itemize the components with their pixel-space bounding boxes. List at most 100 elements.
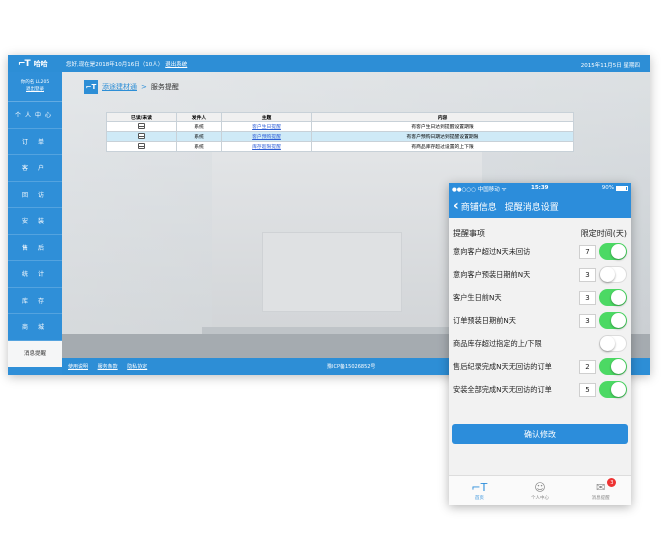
read-cell bbox=[106, 141, 177, 152]
message-table: 已读/未读 发件人 主题 内容 系统 客户生日提醒 有客户生日达到提醒设置期限 … bbox=[106, 112, 574, 152]
tab-home[interactable]: ⌐T 首页 bbox=[449, 476, 510, 505]
date-time: 2015年11月5日 星期四 bbox=[580, 63, 640, 69]
nav-bar: ‹ 商铺信息 提醒消息设置 bbox=[449, 194, 631, 218]
table-row[interactable]: 系统 库存超限提醒 有商品库存超过设置的上下限 bbox=[106, 141, 574, 152]
toggle-knob bbox=[611, 290, 626, 305]
footer-links: 使用说明 服务条款 隐私协定 bbox=[68, 363, 155, 370]
table-row[interactable]: 系统 客户生日提醒 有客户生日达到提醒设置期限 bbox=[106, 121, 574, 132]
toggle-knob bbox=[600, 336, 615, 351]
message-icon: ✉ bbox=[596, 481, 606, 494]
setting-row: 售后纪录完成N天无回访的订单 2 bbox=[453, 355, 627, 378]
footer-link-privacy[interactable]: 隐私协定 bbox=[127, 364, 147, 370]
confirm-button[interactable]: 确认修改 bbox=[452, 424, 628, 444]
envelope-icon bbox=[138, 122, 145, 129]
read-cell bbox=[106, 131, 177, 142]
header-item: 提醒事项 bbox=[453, 229, 485, 238]
logout-link[interactable]: 退出系统 bbox=[165, 60, 187, 68]
sidebar-item-orders[interactable]: 订 单 bbox=[8, 129, 62, 155]
days-input[interactable] bbox=[579, 337, 596, 351]
breadcrumb-separator: > bbox=[141, 83, 147, 91]
col-sender: 发件人 bbox=[176, 112, 222, 122]
setting-row: 意向客户超过N天未回访 7 bbox=[453, 240, 627, 263]
user-name: 你的名 LL205 bbox=[20, 80, 50, 85]
settings-header: 提醒事项 限定时间(天) bbox=[453, 228, 627, 240]
content-cell: 有客户生日达到提醒设置期限 bbox=[311, 121, 574, 132]
home-logo-icon: ⌐T bbox=[471, 481, 488, 494]
status-time: 15:39 bbox=[531, 185, 549, 191]
breadcrumb: ⌐T 添途建材通 > 服务提醒 bbox=[84, 80, 179, 94]
carrier-text: ●●○○○ 中国移动 ᯤ bbox=[452, 187, 507, 193]
days-input[interactable]: 7 bbox=[579, 244, 596, 259]
days-input[interactable]: 3 bbox=[579, 290, 596, 305]
welcome-text: 您好,现在是2018年10月16日（10人） bbox=[66, 61, 164, 68]
setting-row: 安装全部完成N天无回访的订单 5 bbox=[453, 378, 627, 401]
reminder-toggle[interactable] bbox=[599, 289, 627, 306]
topic-link[interactable]: 客户预购提醒 bbox=[221, 131, 312, 142]
toggle-knob bbox=[611, 244, 626, 259]
user-logout-link[interactable]: 退出登录 bbox=[8, 86, 62, 93]
sender-cell: 系统 bbox=[176, 131, 222, 142]
setting-label: 安装全部完成N天无回访的订单 bbox=[453, 384, 552, 394]
status-bar: ●●○○○ 中国移动 ᯤ 15:39 90% bbox=[449, 183, 631, 194]
settings-rows: 意向客户超过N天未回访 7 意向客户预装日期前N天 3 客户生日前N天 3 订单预装日期前N… bbox=[453, 240, 627, 401]
col-topic: 主题 bbox=[221, 112, 312, 122]
col-content: 内容 bbox=[311, 112, 574, 122]
topic-link[interactable]: 库存超限提醒 bbox=[221, 141, 312, 152]
footer-link-terms[interactable]: 服务条款 bbox=[98, 364, 118, 370]
stage: ⌐T 哈哈 您好,现在是2018年10月16日（10人） 退出系统 2015年1… bbox=[0, 0, 661, 544]
sender-cell: 系统 bbox=[176, 121, 222, 132]
tab-label: 消息提醒 bbox=[591, 496, 610, 501]
sidebar-item-profile[interactable]: 个人中心 bbox=[8, 102, 62, 129]
tab-bar: ⌐T 首页 ☺ 个人中心 ✉ 3 消息提醒 bbox=[449, 475, 631, 505]
tab-profile[interactable]: ☺ 个人中心 bbox=[510, 476, 571, 505]
sender-cell: 系统 bbox=[176, 141, 222, 152]
sidebar-item-install[interactable]: 安 装 bbox=[8, 208, 62, 235]
phone-screen: ●●○○○ 中国移动 ᯤ 15:39 90% ‹ 商铺信息 提醒消息设置 提醒事… bbox=[449, 183, 631, 505]
toggle-knob bbox=[600, 267, 615, 282]
col-read: 已读/未读 bbox=[106, 112, 177, 122]
sidebar-item-stats[interactable]: 统 计 bbox=[8, 261, 62, 288]
sidebar-item-followup[interactable]: 回 访 bbox=[8, 182, 62, 208]
days-input[interactable]: 2 bbox=[579, 359, 596, 374]
setting-row: 意向客户预装日期前N天 3 bbox=[453, 263, 627, 286]
battery-percent: 90% bbox=[601, 185, 614, 191]
footer-link-guide[interactable]: 使用说明 bbox=[68, 364, 88, 370]
sidebar-item-mall[interactable]: 商 城 bbox=[8, 314, 62, 341]
reminder-toggle[interactable] bbox=[599, 266, 627, 283]
back-button[interactable]: ‹ 商铺信息 bbox=[449, 199, 497, 213]
reminder-toggle[interactable] bbox=[599, 381, 627, 398]
days-input[interactable]: 5 bbox=[579, 382, 596, 397]
sidebar-item-customers[interactable]: 客 户 bbox=[8, 155, 62, 182]
logo-mark-icon: ⌐T bbox=[18, 58, 31, 69]
sidebar-item-inventory[interactable]: 库 存 bbox=[8, 288, 62, 314]
chevron-left-icon: ‹ bbox=[453, 198, 459, 214]
days-input[interactable]: 3 bbox=[579, 313, 596, 328]
topic-link[interactable]: 客户生日提醒 bbox=[221, 121, 312, 132]
reminder-toggle[interactable] bbox=[599, 243, 627, 260]
setting-label: 订单预装日期前N天 bbox=[453, 315, 516, 325]
toggle-knob bbox=[611, 359, 626, 374]
app-logo[interactable]: ⌐T 哈哈 bbox=[8, 59, 48, 69]
table-row[interactable]: 系统 客户预购提醒 有客户预购日期达到提醒设置期限 bbox=[106, 131, 574, 142]
setting-row: 订单预装日期前N天 3 bbox=[453, 309, 627, 332]
background-tv bbox=[262, 232, 402, 312]
toggle-knob bbox=[611, 382, 626, 397]
setting-label: 售后纪录完成N天无回访的订单 bbox=[453, 361, 552, 371]
reminder-toggle[interactable] bbox=[599, 358, 627, 375]
breadcrumb-home[interactable]: 添途建材通 bbox=[102, 82, 137, 92]
setting-label: 商品库存超过指定的上/下限 bbox=[453, 338, 542, 348]
logo-text: 哈哈 bbox=[33, 59, 48, 68]
sidebar-item-messages[interactable]: 消息提醒 bbox=[8, 340, 62, 367]
envelope-icon bbox=[138, 142, 145, 149]
days-input[interactable]: 3 bbox=[579, 267, 596, 282]
breadcrumb-current: 服务提醒 bbox=[150, 83, 179, 91]
setting-label: 意向客户超过N天未回访 bbox=[453, 246, 531, 256]
reminder-toggle[interactable] bbox=[599, 312, 627, 329]
setting-label: 意向客户预装日期前N天 bbox=[453, 269, 531, 279]
top-bar: ⌐T 哈哈 您好,现在是2018年10月16日（10人） 退出系统 2015年1… bbox=[8, 55, 650, 72]
sidebar-item-aftersales[interactable]: 售 后 bbox=[8, 235, 62, 261]
content-cell: 有商品库存超过设置的上下限 bbox=[311, 141, 574, 152]
settings-list: 提醒事项 限定时间(天) 意向客户超过N天未回访 7 意向客户预装日期前N天 3 客户生… bbox=[449, 218, 631, 401]
reminder-toggle[interactable] bbox=[599, 335, 627, 352]
tab-messages[interactable]: ✉ 3 消息提醒 bbox=[570, 476, 631, 505]
